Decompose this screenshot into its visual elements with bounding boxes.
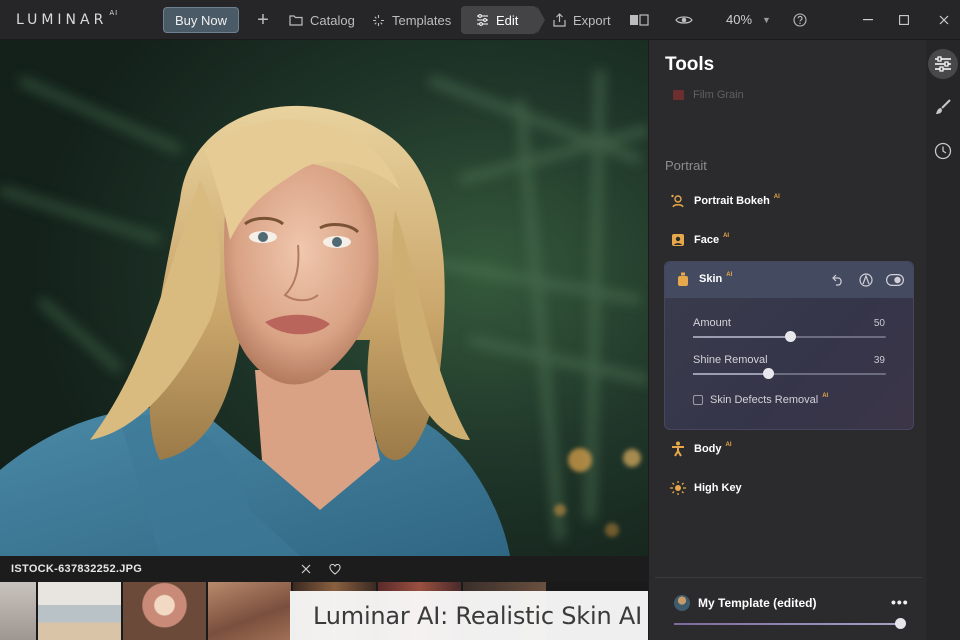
template-name: My Template (edited) [698, 596, 817, 610]
portrait-image [0, 40, 648, 556]
ai-badge: AI [725, 442, 732, 448]
sun-icon [670, 480, 686, 496]
zoom-value: 40% [726, 12, 753, 27]
ai-badge: AI [773, 194, 780, 200]
eye-icon[interactable] [674, 10, 694, 30]
maximize-button[interactable] [894, 10, 914, 30]
amount-label: Amount [693, 317, 731, 329]
chevron-down-icon: ▼ [762, 14, 771, 25]
sparkle-icon [372, 14, 385, 27]
skin-defects-label: Skin Defects Removal [710, 394, 819, 406]
minimize-button[interactable] [858, 10, 878, 30]
sliders-icon [476, 14, 489, 26]
portrait-bokeh-icon [670, 193, 686, 209]
shine-removal-value: 39 [873, 355, 885, 366]
face-icon [670, 232, 686, 248]
tool-body-label: Body [694, 443, 722, 455]
shine-removal-slider-knob[interactable] [763, 368, 775, 379]
tab-edit[interactable]: Edit [461, 6, 545, 34]
template-amount-slider[interactable] [674, 618, 906, 629]
section-portrait: Portrait [665, 158, 707, 173]
tool-high-key-label: High Key [694, 482, 742, 494]
tab-catalog[interactable]: Catalog [289, 8, 355, 32]
export-button[interactable]: Export [553, 8, 611, 32]
tool-face-label: Face [694, 234, 720, 246]
tool-face[interactable]: Face AI [670, 230, 729, 250]
amount-slider[interactable] [693, 331, 886, 342]
thumbnail[interactable] [0, 582, 36, 640]
template-name-row[interactable]: My Template (edited) [674, 595, 816, 611]
filename-label: ISTOCK-637832252.JPG [11, 563, 143, 575]
skin-tool-card: Skin AI Amount 50 Shine Removal 39 Skin … [664, 261, 914, 430]
amount-slider-knob[interactable] [784, 331, 796, 342]
template-avatar [674, 595, 690, 611]
adjustments-icon[interactable] [928, 49, 958, 79]
tool-film-grain[interactable]: Film Grain [673, 89, 744, 101]
skin-defects-removal-option[interactable]: Skin Defects Removal AI [693, 393, 829, 406]
tool-portrait-bokeh-label: Portrait Bokeh [694, 195, 770, 207]
panel-divider [655, 577, 922, 578]
export-label: Export [573, 12, 611, 28]
caption-text: Luminar AI: Realistic Skin AI [313, 601, 642, 630]
logo-ai: AI [109, 9, 119, 18]
export-icon [553, 13, 566, 27]
right-tool-rail [926, 40, 960, 640]
skin-tool-title: Skin AI [675, 271, 732, 287]
ai-badge: AI [726, 272, 733, 278]
close-icon[interactable] [297, 560, 315, 578]
add-photos-button[interactable]: + [254, 9, 272, 31]
zoom-dropdown[interactable]: 40% ▼ [726, 12, 771, 27]
more-options-button[interactable]: ••• [891, 594, 909, 610]
skin-tool-header[interactable]: Skin AI [665, 262, 913, 298]
folder-icon [289, 14, 303, 26]
app-logo: LUMINAR AI [16, 9, 119, 28]
tool-body[interactable]: Body AI [670, 439, 732, 459]
brush-icon[interactable] [928, 92, 958, 122]
thumbnail[interactable] [38, 582, 121, 640]
body-icon [670, 441, 686, 457]
heart-icon[interactable] [326, 560, 344, 578]
tab-catalog-label: Catalog [310, 12, 355, 28]
filmstrip-bar: ISTOCK-637832252.JPG [0, 556, 648, 582]
film-grain-icon [673, 90, 684, 100]
skin-tool-label: Skin [699, 273, 723, 285]
help-icon[interactable] [790, 10, 810, 30]
amount-value: 50 [873, 318, 885, 329]
ai-badge: AI [723, 233, 730, 239]
panel-title: Tools [665, 54, 715, 75]
tab-edit-label: Edit [496, 12, 519, 28]
skin-defects-checkbox[interactable] [693, 395, 703, 405]
tab-templates[interactable]: Templates [372, 8, 451, 32]
tool-portrait-bokeh[interactable]: Portrait Bokeh AI [670, 191, 780, 211]
shine-removal-slider-fill [693, 373, 769, 375]
top-bar: LUMINAR AI Buy Now + Catalog Templates Ed… [0, 0, 960, 40]
caption-banner: Luminar AI: Realistic Skin AI [290, 591, 670, 640]
photo-canvas[interactable] [0, 40, 648, 556]
skin-icon [675, 271, 691, 287]
tool-high-key[interactable]: High Key [670, 478, 742, 498]
tab-templates-label: Templates [392, 12, 452, 28]
amount-slider-fill [693, 336, 790, 338]
close-window-button[interactable] [934, 10, 954, 30]
shine-removal-slider[interactable] [693, 368, 886, 379]
mask-icon[interactable] [858, 272, 874, 288]
buy-now-button[interactable]: Buy Now [163, 7, 239, 33]
visibility-toggle-icon[interactable] [885, 272, 905, 288]
undo-icon[interactable] [830, 272, 846, 288]
history-clock-icon[interactable] [928, 136, 958, 166]
compare-icon[interactable] [629, 10, 649, 30]
shine-removal-label: Shine Removal [693, 354, 768, 366]
logo-text: LUMINAR [16, 12, 108, 28]
tool-film-grain-label: Film Grain [693, 89, 744, 101]
thumbnail[interactable] [123, 582, 206, 640]
template-slider-knob[interactable] [895, 618, 906, 629]
thumbnail[interactable] [208, 582, 291, 640]
ai-badge: AI [822, 393, 829, 399]
